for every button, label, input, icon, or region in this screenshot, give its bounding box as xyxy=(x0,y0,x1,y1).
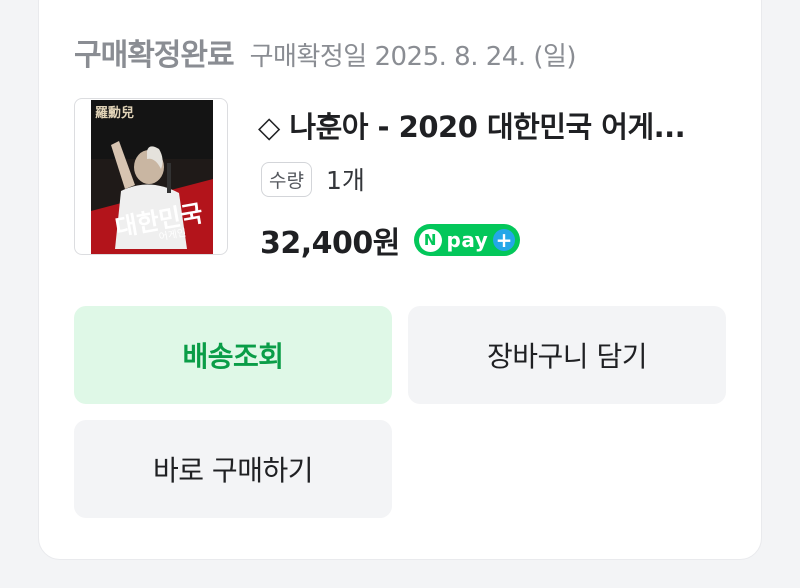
confirmed-date: 구매확정일 2025. 8. 24. (일) xyxy=(249,42,577,72)
plus-icon: + xyxy=(493,229,515,251)
track-delivery-button[interactable]: 배송조회 xyxy=(74,306,392,404)
product-name-link[interactable]: ◇ 나훈아 - 2020 대한민국 어게... xyxy=(258,104,728,146)
quantity-value: 1개 xyxy=(325,166,365,195)
quantity-label-badge: 수량 xyxy=(261,161,312,197)
price-row: 32,400원 N pay + xyxy=(260,218,520,262)
npay-n-icon: N xyxy=(418,228,442,252)
buy-now-button[interactable]: 바로 구매하기 xyxy=(74,420,392,518)
npay-plus-badge: N pay + xyxy=(413,224,520,256)
add-to-cart-button[interactable]: 장바구니 담기 xyxy=(408,306,726,404)
product-price: 32,400원 xyxy=(260,226,400,261)
quantity-row: 수량 1개 xyxy=(261,161,365,197)
svg-text:羅勳兒: 羅勳兒 xyxy=(95,105,134,121)
order-status-row: 구매확정완료 구매확정일 2025. 8. 24. (일) xyxy=(74,30,577,74)
product-thumbnail[interactable]: 羅勳兒 대한민국 어게인 xyxy=(74,98,228,255)
order-status: 구매확정완료 xyxy=(74,38,235,73)
album-cover-image: 羅勳兒 대한민국 어게인 xyxy=(91,100,213,254)
npay-label: pay xyxy=(446,228,489,252)
